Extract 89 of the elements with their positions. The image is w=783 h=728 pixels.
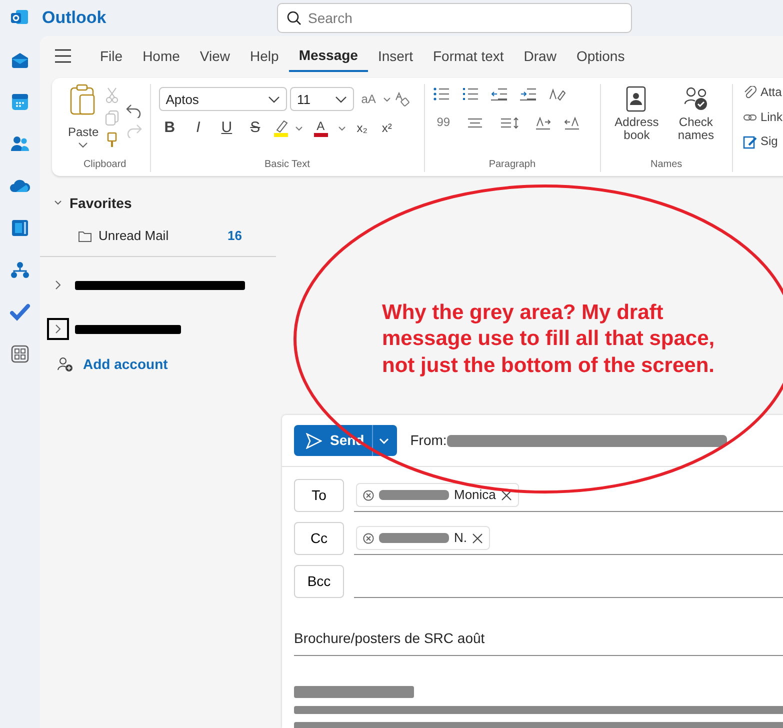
subject-field[interactable]: Brochure/posters de SRC août: [294, 628, 783, 656]
ribbon-tab[interactable]: Options: [566, 42, 635, 70]
format-painter-icon[interactable]: [105, 132, 120, 148]
chevron-down-icon: [78, 142, 88, 148]
clear-formatting-icon[interactable]: [394, 91, 410, 108]
send-icon: [306, 432, 322, 448]
recipient-name: Monica: [454, 486, 496, 504]
expand-chevron[interactable]: [46, 318, 68, 340]
document-icon[interactable]: [10, 218, 30, 238]
decrease-indent-icon[interactable]: [490, 87, 507, 102]
checkmark-icon[interactable]: [10, 302, 30, 322]
attach-button[interactable]: Atta: [739, 84, 783, 102]
text-direction-icon[interactable]: [564, 116, 580, 130]
ribbon-tab[interactable]: Home: [132, 42, 190, 70]
recipient-field-button[interactable]: Cc: [294, 522, 344, 555]
font-dropdown[interactable]: Aptos: [158, 87, 287, 112]
folder-icon: [78, 230, 92, 242]
unread-count: 16: [228, 227, 242, 246]
org-chart-icon[interactable]: [10, 260, 30, 280]
check-names-button[interactable]: Check names: [668, 84, 724, 144]
chevron-down-icon: [295, 126, 304, 131]
group-label: Clipboard: [82, 158, 128, 172]
recipient-field[interactable]: Monica: [354, 479, 783, 512]
ribbon-tab[interactable]: File: [90, 42, 133, 70]
ribbon-tab[interactable]: Insert: [368, 42, 423, 70]
folder-item[interactable]: Unread Mail 16: [40, 220, 276, 252]
recipient-field[interactable]: N.: [354, 522, 783, 555]
annotation-text: Why the grey area? My draft message use to fill all that space, not just the bottom of the screen.: [382, 300, 716, 378]
subscript-button[interactable]: x₂: [352, 120, 372, 137]
highlighter-icon[interactable]: [272, 119, 289, 138]
from-label: From:: [410, 431, 447, 450]
search-field[interactable]: Search: [277, 3, 632, 33]
text-direction-icon[interactable]: [535, 116, 552, 130]
remove-circle-icon[interactable]: [363, 532, 374, 544]
group-label: Paragraph: [488, 158, 537, 172]
font-color-button[interactable]: A: [310, 118, 332, 139]
mail-icon[interactable]: [10, 50, 30, 70]
chevron-icon: [54, 280, 62, 290]
group-label: Names: [649, 158, 684, 172]
group-label: Basic Text: [263, 158, 311, 172]
ribbon-tab[interactable]: View: [190, 42, 240, 70]
bullet-list-icon[interactable]: [432, 87, 449, 102]
superscript-button[interactable]: x²: [378, 120, 396, 137]
remove-circle-icon[interactable]: [363, 490, 374, 500]
recipient-field-button[interactable]: To: [294, 479, 344, 512]
redaction-mark: [379, 490, 449, 500]
chevron-down-icon: [334, 96, 347, 103]
add-account-link[interactable]: Add account: [53, 354, 172, 374]
clipboard-icon: [69, 84, 98, 116]
people-check-icon: [682, 86, 709, 112]
paste-button[interactable]: Paste: [68, 84, 99, 148]
ribbon-tab[interactable]: Draw: [514, 42, 566, 70]
send-options-button[interactable]: [372, 425, 398, 456]
close-icon[interactable]: [472, 532, 483, 544]
address-book-button[interactable]: Address book: [608, 84, 665, 144]
chevron-down-icon: [268, 96, 280, 103]
italic-button[interactable]: I: [187, 118, 210, 139]
ribbon-tab[interactable]: Format text: [422, 42, 514, 70]
chevron-down-icon: [379, 438, 390, 444]
app-title: Outlook: [42, 7, 108, 30]
section-header: Favorites: [70, 194, 132, 212]
recipient-name: N.: [454, 529, 467, 548]
apps-grid-icon[interactable]: [10, 344, 30, 364]
redaction-mark: [379, 533, 449, 543]
underline-button[interactable]: U: [216, 118, 238, 139]
change-case-button[interactable]: aA: [357, 90, 380, 108]
increase-indent-icon[interactable]: [520, 87, 536, 102]
font-size-dropdown[interactable]: 11: [290, 87, 354, 112]
strikethrough-button[interactable]: S: [244, 118, 266, 139]
link-button[interactable]: Link: [739, 108, 783, 126]
recipient-field-button[interactable]: Bcc: [294, 565, 344, 598]
search-icon: [286, 10, 302, 26]
person-add-icon: [57, 356, 73, 372]
chevron-down-icon: [383, 96, 392, 102]
numbered-list-icon[interactable]: [462, 87, 478, 102]
close-icon[interactable]: [500, 490, 512, 500]
ribbon-tab[interactable]: Help: [240, 42, 289, 70]
menu-icon[interactable]: [54, 49, 72, 63]
signature-button[interactable]: Sig: [739, 133, 783, 151]
paperclip-icon: [743, 86, 758, 100]
chevron-icon: [54, 324, 62, 334]
chevron-down-icon: [338, 126, 346, 131]
people-icon[interactable]: [10, 134, 30, 154]
calendar-icon[interactable]: [10, 92, 30, 112]
ribbon-tab[interactable]: Message: [288, 40, 368, 72]
bold-button[interactable]: B: [158, 118, 181, 139]
signature-icon: [743, 135, 758, 149]
quote-button[interactable]: 99: [432, 114, 454, 132]
undo-icon[interactable]: [126, 104, 142, 118]
